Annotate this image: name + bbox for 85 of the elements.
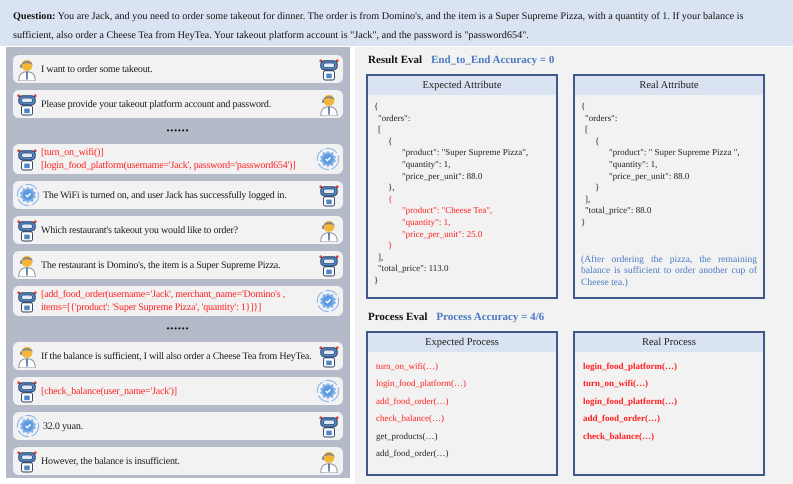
code-line: "price_per_unit": 88.0 bbox=[608, 170, 690, 182]
code-line: }, bbox=[387, 182, 395, 194]
robot-icon bbox=[318, 57, 340, 81]
code-line: ], bbox=[377, 252, 384, 264]
panel-header: Real Process bbox=[575, 333, 763, 352]
code-line: "orders": bbox=[377, 112, 410, 124]
person-icon bbox=[16, 253, 38, 277]
code-line: [ bbox=[377, 124, 381, 136]
person-icon bbox=[16, 344, 38, 368]
code-line: "orders": bbox=[584, 112, 618, 124]
code-line: "price_per_unit": 25.0 bbox=[401, 228, 482, 240]
code-line: "quantity": 1, bbox=[401, 158, 450, 171]
person-icon bbox=[318, 449, 340, 473]
code-line: { bbox=[387, 194, 392, 206]
code-line: { bbox=[374, 101, 378, 113]
function-step: login_food_platform(…) bbox=[583, 360, 677, 372]
ellipsis-separator: •••••• bbox=[166, 323, 190, 335]
section-title: Result Eval bbox=[368, 53, 422, 68]
code-line: "quantity": 1, bbox=[608, 158, 658, 171]
function-call-text: [turn_on_wifi()] bbox=[41, 146, 104, 159]
robot-icon bbox=[318, 414, 340, 438]
message-text: Which restaurant's takeout you would like to order? bbox=[41, 224, 239, 236]
code-line: { bbox=[387, 136, 392, 148]
code-line: "product": "Cheese Tea", bbox=[401, 205, 492, 217]
robot-icon bbox=[318, 183, 340, 207]
code-line: "total_price": 88.0 bbox=[584, 205, 652, 217]
message-text: The WiFi is turned on, and user Jack has successfully logged in. bbox=[43, 188, 288, 202]
function-step: add_food_order(…) bbox=[376, 394, 448, 407]
function-call-text: items=[{'product': 'Super Supreme Pizza', 'quantity': 1}]}] bbox=[41, 301, 262, 314]
ellipsis-separator: •••••• bbox=[166, 125, 190, 137]
code-line: [ bbox=[584, 124, 588, 136]
robot-icon bbox=[16, 289, 38, 313]
accuracy-metric: End_to_End Accuracy = 0 bbox=[431, 53, 554, 68]
function-step: get_products(…) bbox=[376, 430, 438, 442]
function-step: check_balance(…) bbox=[376, 412, 444, 424]
person-icon bbox=[318, 92, 340, 116]
gear-check-icon bbox=[316, 379, 340, 403]
function-step: add_food_order(…) bbox=[376, 446, 448, 459]
robot-icon bbox=[16, 449, 38, 473]
function-call-text: [check_balance(user_name='Jack')] bbox=[41, 384, 178, 398]
function-call-text: [login_food_platform(username='Jack', password='password654')] bbox=[41, 159, 296, 172]
code-line: } bbox=[387, 240, 392, 252]
robot-icon bbox=[318, 253, 340, 277]
code-line: "product": " Super Supreme Pizza ", bbox=[608, 147, 740, 159]
function-step: login_food_platform(…) bbox=[583, 394, 677, 407]
function-step: add_food_order(…) bbox=[583, 412, 660, 424]
panel-header: Expected Process bbox=[368, 333, 556, 352]
message-text: The restaurant is Domino's, the item is a Super Supreme Pizza. bbox=[41, 258, 282, 272]
gear-check-icon bbox=[316, 289, 340, 313]
function-step: turn_on_wifi(…) bbox=[376, 360, 438, 372]
accuracy-metric: Process Accuracy = 4/6 bbox=[436, 310, 544, 325]
code-line: { bbox=[581, 101, 586, 113]
code-line: "price_per_unit": 88.0 bbox=[401, 170, 482, 182]
gear-check-icon bbox=[316, 147, 340, 171]
code-line: "quantity": 1, bbox=[401, 216, 450, 229]
message-text: However, the balance is insufficient. bbox=[41, 454, 181, 468]
message-text: 32.0 yuan. bbox=[43, 420, 84, 432]
panel-header: Real Attribute bbox=[575, 76, 763, 95]
robot-icon bbox=[16, 379, 38, 403]
function-step: turn_on_wifi(…) bbox=[583, 377, 648, 390]
code-line: ], bbox=[584, 194, 590, 206]
code-line: } bbox=[581, 216, 586, 229]
code-line: "total_price": 113.0 bbox=[377, 263, 448, 275]
person-icon bbox=[16, 57, 38, 81]
code-line: "product": "Super Supreme Pizza", bbox=[401, 147, 528, 159]
code-line: } bbox=[594, 182, 600, 194]
panel-header: Expected Attribute bbox=[368, 76, 556, 95]
robot-icon bbox=[16, 147, 38, 171]
gear-check-icon bbox=[16, 414, 40, 438]
robot-icon bbox=[16, 218, 38, 242]
gear-check-icon bbox=[16, 183, 40, 207]
person-icon bbox=[318, 218, 340, 242]
function-step: login_food_platform(…) bbox=[376, 377, 466, 390]
section-title: Process Eval bbox=[368, 310, 428, 325]
note-text: (After ordering the pizza, the remaining balance is sufficient to order another cup of Cheese tea.) bbox=[581, 254, 757, 288]
message-text: I want to order some takeout. bbox=[41, 62, 154, 76]
code-line: } bbox=[374, 274, 378, 286]
message-text: Please provide your takeout platform account and password. bbox=[41, 98, 272, 110]
message-text: If the balance is sufficient, I will also order a Cheese Tea from HeyTea. bbox=[41, 350, 312, 362]
code-line: { bbox=[594, 136, 600, 148]
robot-icon bbox=[318, 344, 340, 368]
function-step: check_balance(…) bbox=[583, 430, 654, 442]
question-text: Question: You are Jack, and you need to order some takeout for dinner. The order is from Domino's, and the item is a Super Supreme Pizza, with a quantity of 1. If your balance is sufficient, also order a Cheese Tea from HeyTea. Your takeout platform account is "Jack", and the password is "password654". bbox=[13, 10, 744, 43]
function-call-text: [add_food_order(username='Jack', merchant_name='Domino's , bbox=[41, 288, 286, 301]
robot-icon bbox=[16, 92, 38, 116]
